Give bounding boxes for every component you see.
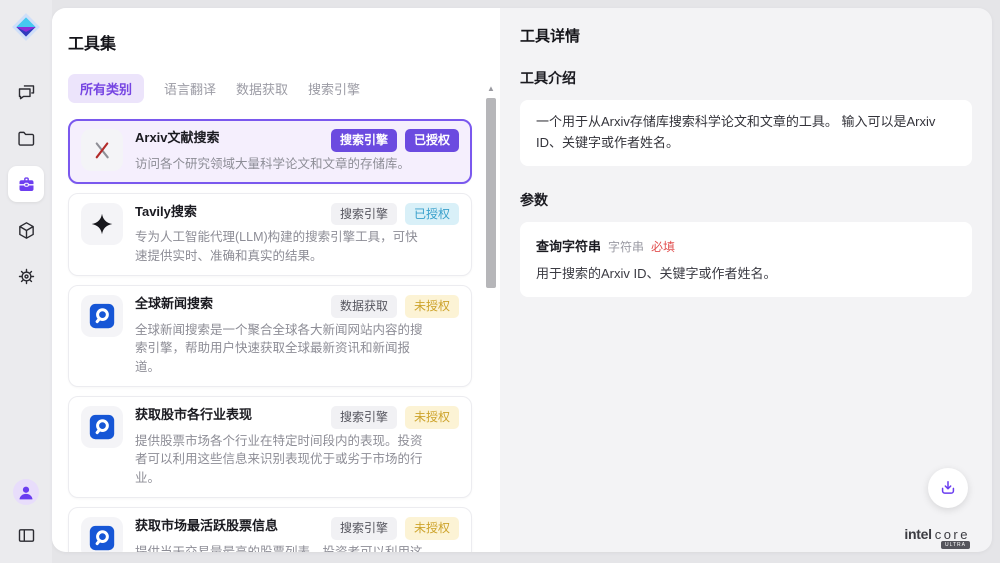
brand-intel: intel [904,526,931,542]
tavily-icon [81,203,123,245]
cube-icon [16,220,37,241]
scrollbar-up-arrow[interactable]: ▲ [485,84,497,96]
category-tabs: 所有类别 语言翻译 数据获取 搜索引擎 [68,74,472,103]
detail-title: 工具详情 [520,25,972,46]
param-card: 查询字符串 字符串 必填 用于搜索的Arxiv ID、关键字或作者姓名。 [520,222,972,298]
rail-item-models[interactable] [8,212,44,248]
download-button[interactable] [928,468,968,508]
params-heading: 参数 [520,190,972,210]
tab-search-engine[interactable]: 搜索引擎 [308,74,360,103]
param-description: 用于搜索的Arxiv ID、关键字或作者姓名。 [536,264,956,284]
tool-name: 获取股市各行业表现 [135,406,252,424]
category-badge: 搜索引擎 [331,129,397,152]
app-logo [11,12,41,42]
auth-badge: 未授权 [405,295,459,318]
list-scrollbar[interactable]: ▲ [485,84,497,548]
tool-description: 提供当天交易量最高的股票列表，投资者可以利用这些信息来识别流动性强的股票和潜在的… [135,543,427,552]
tab-data-fetch[interactable]: 数据获取 [236,74,288,103]
scrollbar-thumb[interactable] [486,98,496,288]
tool-name: 全球新闻搜索 [135,295,213,313]
rail-item-chat[interactable] [8,74,44,110]
panel-toggle-icon [16,525,37,546]
rail-item-panel-toggle[interactable] [8,517,44,553]
toolbox-icon [16,174,37,195]
tool-card-active-stocks[interactable]: 获取市场最活跃股票信息 搜索引擎 未授权 提供当天交易量最高的股票列表，投资者可… [68,507,472,552]
user-icon [15,481,37,503]
tool-description: 访问各个研究领域大量科学论文和文章的存储库。 [135,155,427,174]
auth-badge: 未授权 [405,406,459,429]
active-stocks-icon [81,517,123,552]
chat-icon [16,82,37,103]
stock-sector-icon [81,406,123,448]
tool-description: 专为人工智能代理(LLM)构建的搜索引擎工具，可快速提供实时、准确和真实的结果。 [135,228,427,266]
tool-name: Tavily搜索 [135,203,197,221]
intro-heading: 工具介绍 [520,68,972,88]
brand-core: core [935,527,970,542]
category-badge: 搜索引擎 [331,203,397,226]
tool-card-arxiv[interactable]: Arxiv文献搜索 搜索引擎 已授权 访问各个研究领域大量科学论文和文章的存储库… [68,119,472,184]
tool-list-panel: 工具集 所有类别 语言翻译 数据获取 搜索引擎 [52,8,500,552]
tool-description: 提供股票市场各个行业在特定时间段内的表现。投资者可以利用这些信息来识别表现优于或… [135,432,427,488]
tool-card-tavily[interactable]: Tavily搜索 搜索引擎 已授权 专为人工智能代理(LLM)构建的搜索引擎工具… [68,193,472,276]
rail-item-tools[interactable] [8,166,44,202]
auth-badge: 已授权 [405,203,459,226]
intel-core-logo: intel core ultra [904,526,970,542]
folder-icon [16,128,37,149]
category-badge: 数据获取 [331,295,397,318]
left-rail [0,0,52,563]
auth-badge: 未授权 [405,517,459,540]
app-window: 工具集 所有类别 语言翻译 数据获取 搜索引擎 [0,0,1000,563]
brand-ultra-badge: ultra [941,541,970,549]
tool-description: 全球新闻搜索是一个聚合全球各大新闻网站内容的搜索引擎，帮助用户快速获取全球最新资… [135,321,427,377]
category-badge: 搜索引擎 [331,406,397,429]
tool-name: Arxiv文献搜索 [135,129,220,147]
intro-card: 一个用于从Arxiv存储库搜索科学论文和文章的工具。 输入可以是Arxiv ID… [520,100,972,166]
category-badge: 搜索引擎 [331,517,397,540]
tool-card-sector-performance[interactable]: 获取股市各行业表现 搜索引擎 未授权 提供股票市场各个行业在特定时间段内的表现。… [68,396,472,498]
param-name: 查询字符串 [536,236,601,255]
page-title: 工具集 [68,30,472,54]
tool-detail-panel: 工具详情 工具介绍 一个用于从Arxiv存储库搜索科学论文和文章的工具。 输入可… [500,8,992,552]
arxiv-icon [81,129,123,171]
auth-badge: 已授权 [405,129,459,152]
tool-card-global-news[interactable]: 全球新闻搜索 数据获取 未授权 全球新闻搜索是一个聚合全球各大新闻网站内容的搜索… [68,285,472,387]
main-container: 工具集 所有类别 语言翻译 数据获取 搜索引擎 [52,8,992,552]
tab-translation[interactable]: 语言翻译 [164,74,216,103]
gear-icon [16,266,37,287]
tool-card-list: Arxiv文献搜索 搜索引擎 已授权 访问各个研究领域大量科学论文和文章的存储库… [68,119,472,552]
news-search-icon [81,295,123,337]
rail-item-settings[interactable] [8,258,44,294]
tool-name: 获取市场最活跃股票信息 [135,517,278,535]
rail-item-files[interactable] [8,120,44,156]
download-icon [938,478,958,498]
param-required-flag: 必填 [651,238,675,255]
user-avatar[interactable] [13,479,39,505]
tab-all-categories[interactable]: 所有类别 [68,74,144,103]
param-type: 字符串 [608,238,644,255]
